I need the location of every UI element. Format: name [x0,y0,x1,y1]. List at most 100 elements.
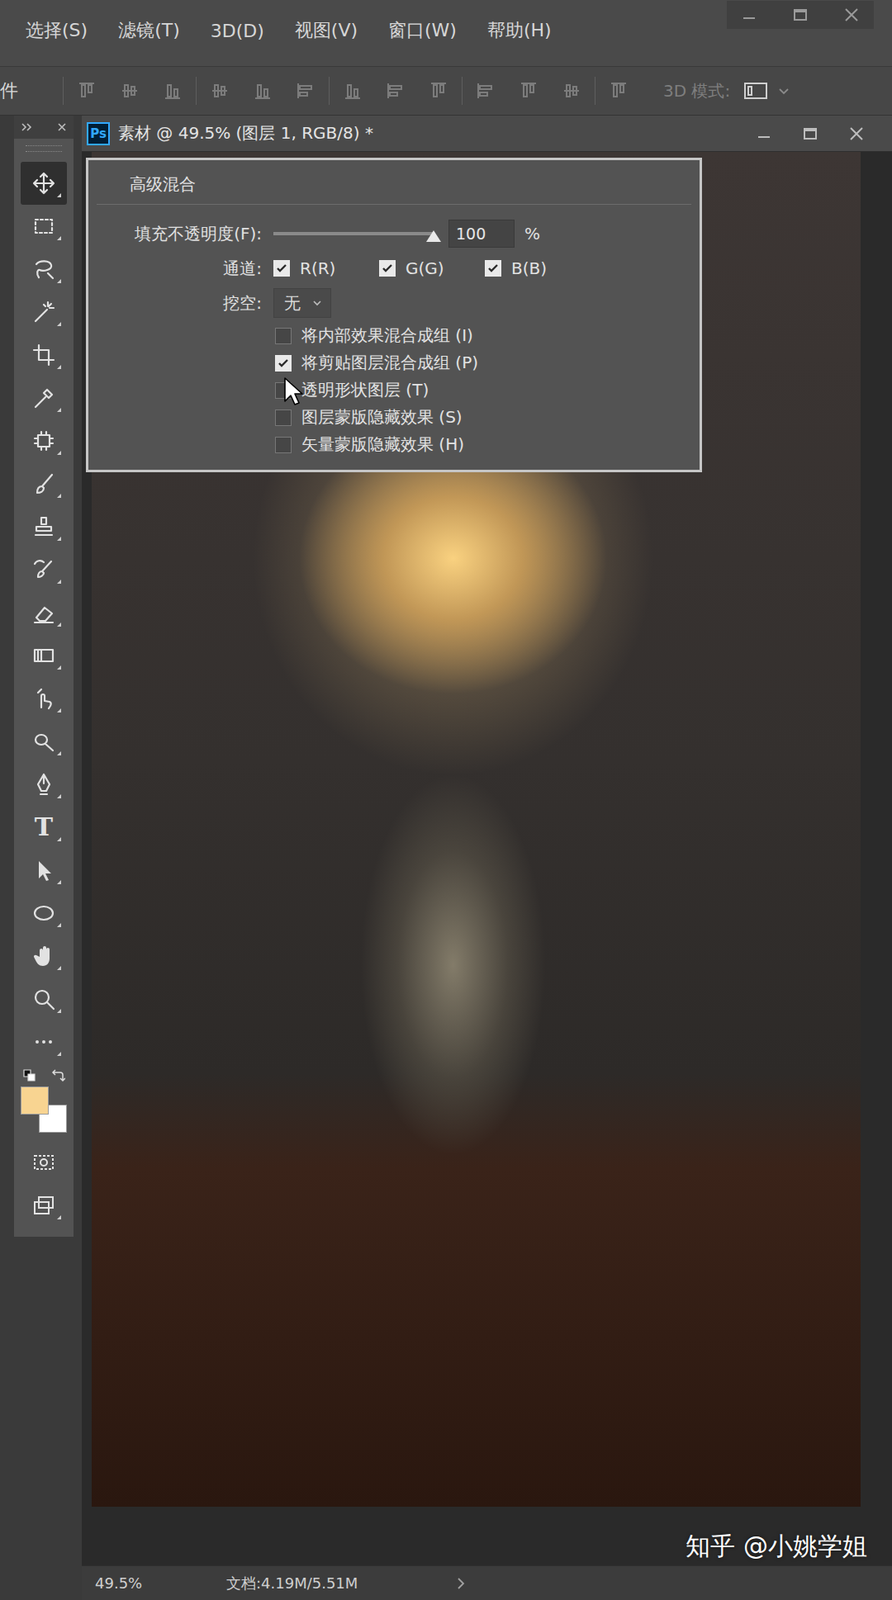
more-tool[interactable] [20,1020,67,1064]
knockout-dropdown[interactable]: 无 [273,288,332,318]
zoom-level[interactable]: 49.5% [94,1575,227,1593]
align-button[interactable] [517,79,541,103]
checkbox[interactable] [275,327,292,345]
checkbox[interactable] [273,260,290,277]
eraser-tool[interactable] [20,591,67,635]
submenu-mark [56,923,62,928]
eraser-icon [31,600,57,626]
crop-icon [31,342,57,368]
ellipse-icon [31,901,57,926]
brush-tool[interactable] [20,462,67,506]
hand-tool[interactable] [20,934,67,978]
menu-item[interactable]: 窗口(W) [388,18,457,43]
maximize-button[interactable] [789,4,812,26]
minimize-button[interactable] [738,4,760,26]
zoom-tool[interactable] [20,977,67,1021]
options-label: 件 [0,78,19,104]
screen-mode-tool[interactable] [20,1184,67,1228]
menu-item[interactable]: 3D(D) [210,20,265,42]
channel-checkbox[interactable]: R(R) [273,258,360,279]
align-button[interactable] [427,79,451,103]
align-button[interactable] [607,79,631,103]
document-tab[interactable]: Ps素材 @ 49.5% (图层 1, RGB/8) * [81,115,892,152]
align-button[interactable] [474,79,498,103]
default-colors-icon[interactable] [22,1068,38,1084]
pen-tool[interactable] [20,763,67,807]
type-tool[interactable]: T [20,806,67,850]
swatch-controls [18,1068,69,1084]
channel-checkbox[interactable]: G(G) [379,258,465,279]
swatch-stack [20,1086,67,1134]
eyedropper-tool[interactable] [20,376,67,420]
menu-item[interactable]: 滤镜(T) [118,18,181,43]
submenu-mark [56,279,62,284]
checkbox[interactable] [275,355,292,372]
fill-opacity-input[interactable]: 100 [448,219,515,248]
chevron-right-icon[interactable] [455,1577,467,1591]
close-button[interactable] [840,4,863,26]
history-brush-tool[interactable] [20,548,67,592]
frame-tool[interactable] [20,419,67,463]
gradient-icon [31,643,57,669]
align-button[interactable] [161,79,185,103]
blend-options: 将内部效果混合成组 (I)将剪贴图层混合成组 (P)透明形状图层 (T)图层蒙版… [96,320,692,459]
3d-mode-button[interactable] [743,80,790,101]
fill-opacity-slider[interactable] [273,223,434,244]
align-group [474,79,584,103]
submenu-mark [56,579,62,584]
smudge-tool[interactable] [20,677,67,721]
maximize-icon [791,5,810,24]
option-checkbox[interactable]: 透明形状图层 (T) [275,376,692,404]
move-tool[interactable] [20,161,67,205]
option-checkbox[interactable]: 将内部效果混合成组 (I) [275,322,692,350]
ellipse-tool[interactable] [20,892,67,935]
swap-colors-icon[interactable] [50,1068,66,1084]
panel-icon [743,80,769,101]
align-button[interactable] [384,79,408,103]
align-button[interactable] [208,79,232,103]
align-button[interactable] [294,79,318,103]
submenu-mark [56,622,62,627]
align-button[interactable] [118,79,142,103]
slider-thumb[interactable] [426,230,442,242]
toolbox-grip[interactable] [25,145,62,152]
option-checkbox[interactable]: 图层蒙版隐藏效果 (S) [275,403,692,432]
menu-item[interactable]: 视图(V) [294,18,358,43]
align-group [208,79,318,103]
marquee-tool[interactable] [20,204,67,248]
clone-stamp-tool[interactable] [20,505,67,549]
doc-minimize-button[interactable] [753,123,775,145]
checkbox[interactable] [379,260,396,277]
align-button[interactable] [341,79,365,103]
checkbox[interactable] [275,409,292,427]
lasso-tool[interactable] [20,247,67,291]
foreground-color[interactable] [20,1086,49,1115]
align-button[interactable] [559,79,584,103]
path-selection-tool[interactable] [20,849,67,892]
magic-wand-tool[interactable] [20,290,67,334]
option-label: 矢量蒙版隐藏效果 (H) [301,433,465,456]
checkbox[interactable] [275,436,292,454]
doc-maximize-button[interactable] [799,123,821,145]
channel-checkbox[interactable]: B(B) [484,258,571,279]
checkbox[interactable] [484,260,502,277]
eyedropper-icon [31,385,57,411]
option-checkbox[interactable]: 矢量蒙版隐藏效果 (H) [275,431,692,459]
align-button[interactable] [251,79,275,103]
menu-item[interactable]: 选择(S) [25,18,88,43]
align-group [341,79,451,103]
quick-mask-tool[interactable] [20,1141,67,1185]
dodge-tool[interactable] [20,720,67,764]
close-panel-icon[interactable] [56,122,67,133]
align-button[interactable] [75,79,99,103]
crop-tool[interactable] [20,333,67,377]
gradient-tool[interactable] [20,634,67,678]
watermark: 知乎 @小姚学姐 [685,1530,868,1565]
option-checkbox[interactable]: 将剪贴图层混合成组 (P) [275,349,692,377]
align-icon [342,80,363,101]
collapse-icon[interactable] [20,122,33,133]
menu-item[interactable]: 帮助(H) [487,18,552,43]
magic-wand-icon [31,299,57,325]
doc-close-button[interactable] [845,123,868,145]
submenu-mark [56,708,62,713]
